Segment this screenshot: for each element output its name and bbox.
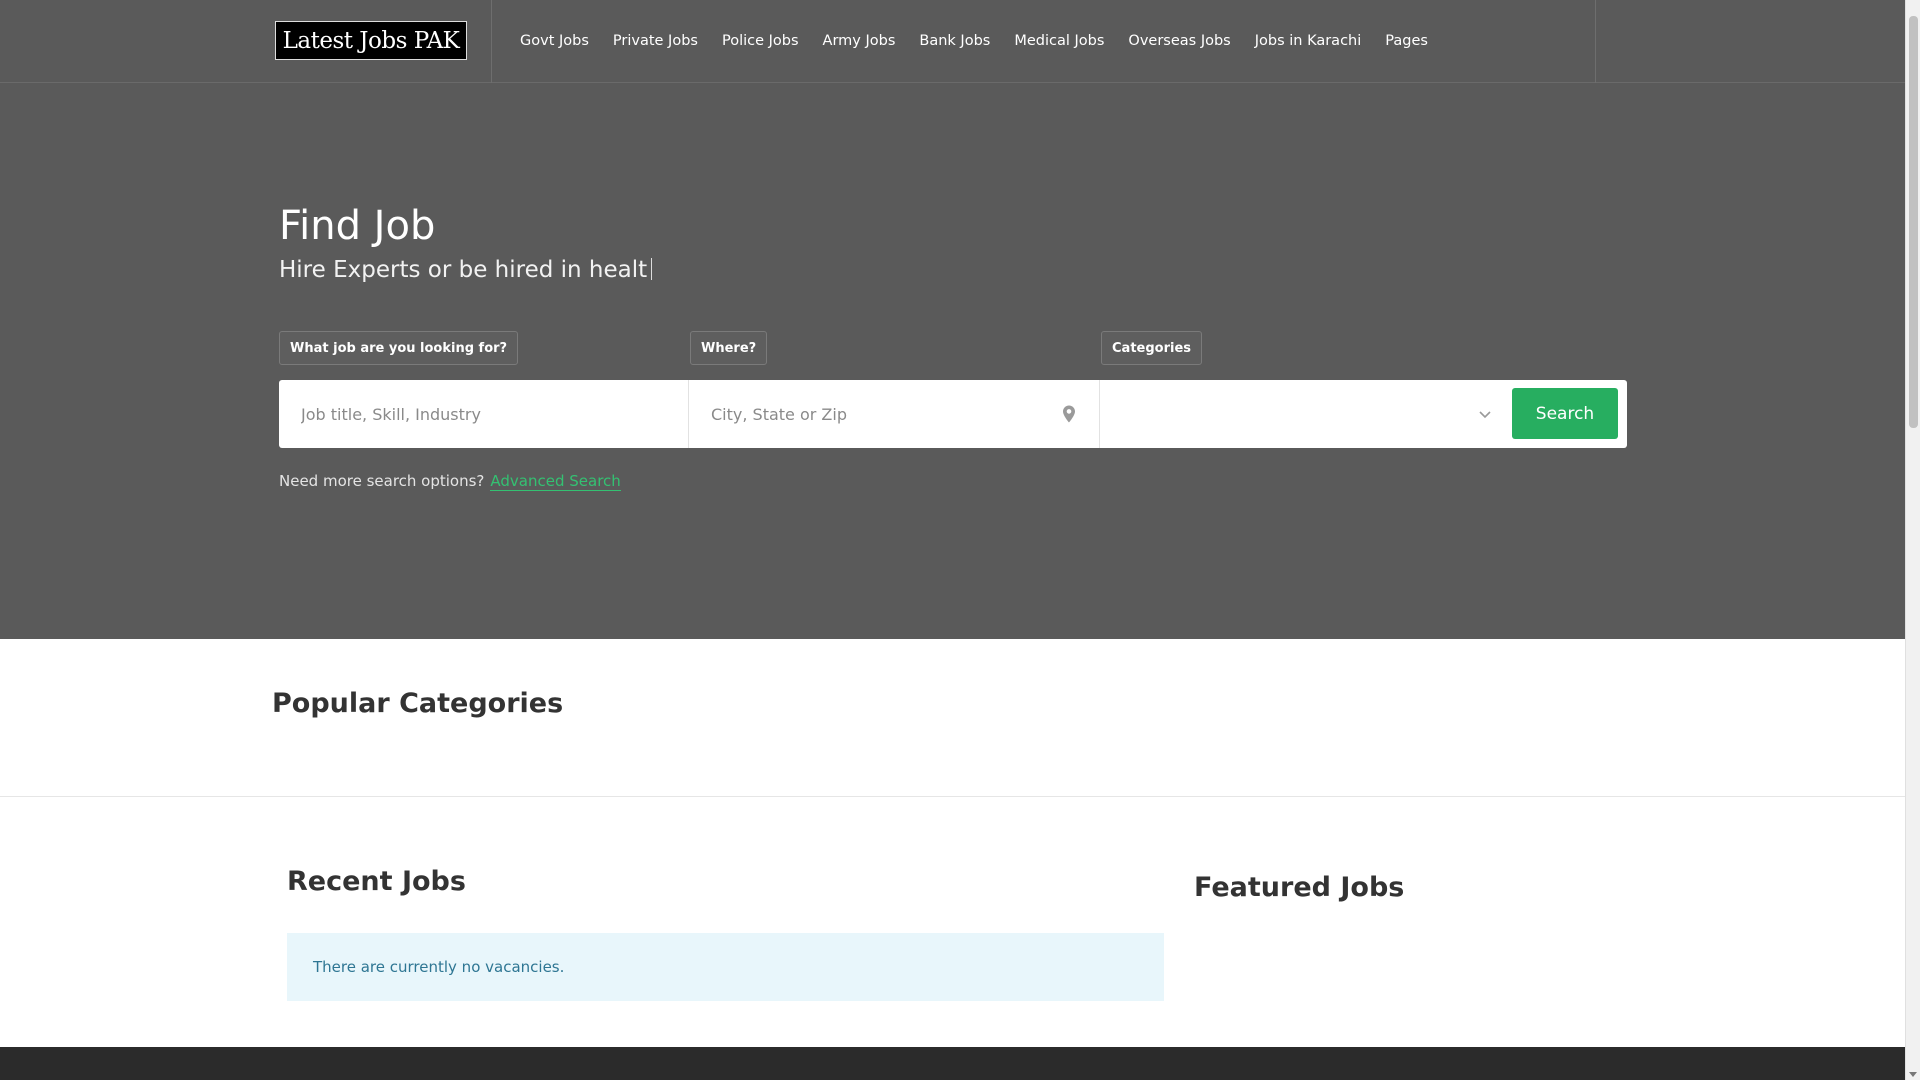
site-logo[interactable]: Latest Jobs PAK — [275, 21, 467, 60]
more-options-text: Need more search options? — [279, 472, 485, 490]
category-select[interactable] — [1100, 380, 1511, 448]
nav-private-jobs[interactable]: Private Jobs — [613, 33, 698, 49]
featured-jobs-heading: Featured Jobs — [1194, 872, 1405, 903]
nav-bank-jobs[interactable]: Bank Jobs — [919, 33, 990, 49]
typing-cursor — [651, 258, 653, 280]
no-vacancies-notice: There are currently no vacancies. — [287, 933, 1164, 1001]
job-search-form: Search — [279, 380, 1627, 448]
hero-subtitle: Hire Experts or be hired in healt — [279, 257, 653, 283]
recent-jobs-heading: Recent Jobs — [287, 866, 466, 897]
tag-what-job: What job are you looking for? — [279, 331, 519, 365]
hero-subtitle-text: Hire Experts or be hired in healt — [279, 257, 648, 283]
keyword-input[interactable] — [279, 380, 688, 448]
site-header: Latest Jobs PAK Govt Jobs Private Jobs P… — [0, 0, 1905, 83]
nav-police-jobs[interactable]: Police Jobs — [722, 33, 799, 49]
logo-text: Latest Jobs PAK — [282, 27, 460, 54]
chevron-down-icon — [1479, 411, 1491, 419]
nav-medical-jobs[interactable]: Medical Jobs — [1014, 33, 1104, 49]
keyword-field-wrap — [279, 380, 689, 448]
page-scrollbar[interactable] — [1905, 0, 1920, 1080]
scroll-down-arrow-icon[interactable] — [1909, 1072, 1917, 1077]
scrollbar-thumb[interactable] — [1909, 16, 1918, 428]
advanced-search-link[interactable]: Advanced Search — [490, 472, 621, 491]
search-button[interactable]: Search — [1512, 388, 1618, 439]
tag-where: Where? — [690, 331, 768, 365]
tag-categories: Categories — [1101, 331, 1203, 365]
header-divider-left — [491, 0, 492, 83]
map-pin-icon — [1063, 405, 1075, 423]
nav-pages[interactable]: Pages — [1385, 33, 1428, 49]
main-nav: Govt Jobs Private Jobs Police Jobs Army … — [520, 0, 1452, 82]
nav-army-jobs[interactable]: Army Jobs — [823, 33, 896, 49]
popular-categories-heading: Popular Categories — [272, 688, 564, 719]
hero-title: Find Job — [279, 203, 436, 249]
section-divider — [0, 796, 1905, 797]
footer — [0, 1047, 1905, 1080]
more-search-options: Need more search options? Advanced Search — [279, 472, 621, 491]
location-input[interactable] — [689, 380, 1099, 448]
nav-overseas-jobs[interactable]: Overseas Jobs — [1128, 33, 1230, 49]
nav-jobs-in-karachi[interactable]: Jobs in Karachi — [1255, 33, 1362, 49]
nav-govt-jobs[interactable]: Govt Jobs — [520, 33, 589, 49]
header-divider-right — [1595, 0, 1596, 83]
location-field-wrap — [689, 380, 1100, 448]
hero-section: Find Job Hire Experts or be hired in hea… — [0, 83, 1905, 639]
